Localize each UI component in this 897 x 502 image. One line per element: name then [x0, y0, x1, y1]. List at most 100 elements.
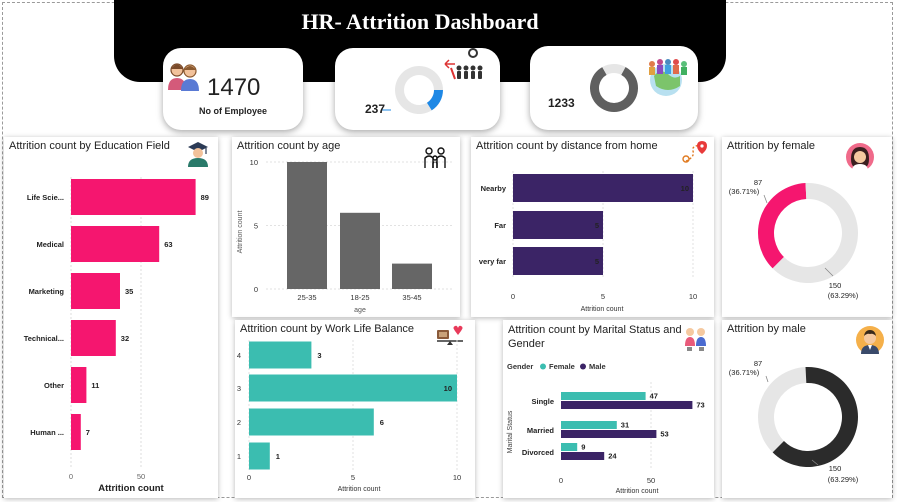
distance-x-tick: 5	[601, 292, 605, 301]
male-slice-1	[758, 367, 807, 453]
education-bar-chart: 89 Life Scie... 63 Medical 35 Marketing 32 Tech…	[24, 177, 209, 481]
marital-category-label: Divorced	[522, 448, 555, 457]
marital-bar-male	[561, 430, 657, 438]
age-y-tick: 0	[254, 285, 258, 294]
marital-status-panel[interactable]: Attrition count by Marital Status and Ge…	[503, 320, 714, 498]
legend-female-label: Female	[549, 362, 575, 371]
education-bar	[71, 320, 116, 356]
education-category-label: Human ...	[30, 428, 64, 437]
female-slice-1	[758, 183, 807, 269]
distance-x-axis-label: Attrition count	[581, 306, 624, 313]
education-category-label: Technical...	[24, 334, 64, 343]
marital-bar-female	[561, 443, 578, 451]
education-bar	[71, 226, 160, 262]
age-y-tick: 10	[250, 158, 258, 167]
education-bar-value: 63	[164, 240, 172, 249]
age-y-axis-label: Attrition count	[237, 211, 244, 254]
age-bar-chart: 0 5 10 25-35 18-25 35-45 Attrition count age	[237, 158, 452, 314]
work-life-balance-panel[interactable]: Attrition count by Work Life Balance 051…	[235, 320, 475, 498]
female-donut-chart: 87 (36.71%) 150 (63.29%)	[729, 178, 859, 300]
distance-x-tick: 10	[689, 292, 697, 301]
education-bar	[71, 414, 81, 450]
wlb-bar-value: 6	[380, 418, 384, 427]
wlb-x-tick: 5	[351, 473, 355, 482]
distance-x-tick: 0	[511, 292, 515, 301]
distance-bar	[513, 247, 603, 275]
education-bar-value: 32	[121, 334, 129, 343]
wlb-category-label: 1	[237, 452, 241, 461]
distance-panel[interactable]: Attrition count by distance from home 05…	[471, 137, 714, 317]
male-slice-1-pct: (36.71%)	[729, 368, 760, 377]
marital-bar-value: 24	[608, 452, 617, 461]
education-bar	[71, 179, 196, 215]
age-x-axis-label: age	[354, 307, 366, 314]
kpi-active-slice-1	[590, 66, 638, 112]
people-exit-icon	[444, 48, 483, 80]
legend-male-label: Male	[589, 362, 606, 371]
kpi-attrition-value: 237	[365, 102, 386, 116]
marital-bar-value: 53	[660, 430, 668, 439]
marital-bar-male	[561, 452, 605, 460]
distance-bar-chart: 0 5 10 10 Nearby 5 Far 5 very far Attrition coun…	[479, 171, 697, 313]
marital-x-axis-label: Attrition count	[616, 488, 659, 495]
education-x-tick: 0	[69, 472, 73, 481]
education-category-label: Life Scie...	[27, 193, 64, 202]
male-slice-1-label: 87	[754, 359, 762, 368]
education-bar-value: 7	[86, 428, 90, 437]
distance-bar-value: 5	[595, 221, 599, 230]
marital-x-tick: 0	[559, 476, 563, 485]
kpi-active-card[interactable]: 1233	[530, 46, 698, 130]
kpi-active-value: 1233	[548, 96, 575, 110]
education-bar	[71, 367, 87, 403]
marital-bar-chart: Gender Female Male Marital Status 0 50 47 7…	[507, 362, 705, 495]
legend-male-swatch	[580, 363, 586, 370]
education-category-label: Other	[44, 381, 64, 390]
wlb-bar	[249, 374, 457, 402]
education-field-panel[interactable]: Attrition count by Education Field 89 Lif…	[4, 137, 218, 498]
age-panel[interactable]: Attrition count by age 0 5 10 25-35 18-25 35-…	[232, 137, 460, 317]
distance-bar-value: 10	[681, 184, 689, 193]
marital-bar-value: 9	[581, 443, 585, 452]
wlb-bar-value: 1	[276, 452, 280, 461]
distance-bar	[513, 211, 603, 239]
distance-category-label: very far	[479, 257, 506, 266]
marital-x-tick: 50	[647, 476, 655, 485]
education-bar-value: 11	[91, 381, 99, 390]
wlb-bar-chart: 0 5 10 3 4 10 3 6 2 1 1 Attrition count	[237, 340, 461, 493]
female-slice-1-label: 87	[754, 178, 762, 187]
wlb-x-tick: 10	[453, 473, 461, 482]
kpi-active-slice-2	[602, 64, 626, 75]
marital-bar-value: 73	[696, 401, 704, 410]
education-bar-value: 35	[125, 287, 133, 296]
wlb-x-tick: 0	[247, 473, 251, 482]
age-bar	[287, 162, 327, 289]
marital-category-label: Single	[531, 397, 554, 406]
wlb-bar-value: 10	[444, 384, 452, 393]
marital-bar-value: 31	[621, 421, 629, 430]
age-bar	[392, 263, 432, 289]
education-x-axis-label: Attrition count	[98, 483, 164, 494]
age-category-label: 18-25	[350, 293, 369, 302]
wlb-bar-value: 3	[317, 351, 321, 360]
kpi-employees-card[interactable]: 1470 No of Employee	[163, 48, 303, 130]
people-group-icon	[168, 63, 199, 91]
distance-category-label: Far	[494, 221, 506, 230]
kpi-employees-label: No of Employee	[199, 106, 268, 116]
marital-bar-male	[561, 401, 693, 409]
distance-bar-value: 5	[595, 257, 599, 266]
education-category-label: Marketing	[29, 287, 65, 296]
marital-category-label: Married	[527, 426, 555, 435]
female-panel[interactable]: Attrition by female 87 (36.71%) 150 (63.…	[722, 137, 892, 317]
female-slice-2-label: 150	[829, 281, 842, 290]
age-category-label: 25-35	[297, 293, 316, 302]
kpi-attrition-card[interactable]: 237	[335, 48, 500, 130]
female-slice-2-pct: (63.29%)	[828, 291, 859, 300]
team-globe-icon	[649, 59, 687, 96]
marital-legend-title: Gender	[507, 362, 533, 371]
male-panel[interactable]: Attrition by male 87 (36.71%) 150 (63.29…	[722, 320, 892, 498]
wlb-category-label: 4	[237, 351, 241, 360]
legend-female-swatch	[540, 363, 546, 370]
male-slice-2-label: 150	[829, 464, 842, 473]
wlb-category-label: 2	[237, 418, 241, 427]
marital-bar-female	[561, 421, 617, 429]
